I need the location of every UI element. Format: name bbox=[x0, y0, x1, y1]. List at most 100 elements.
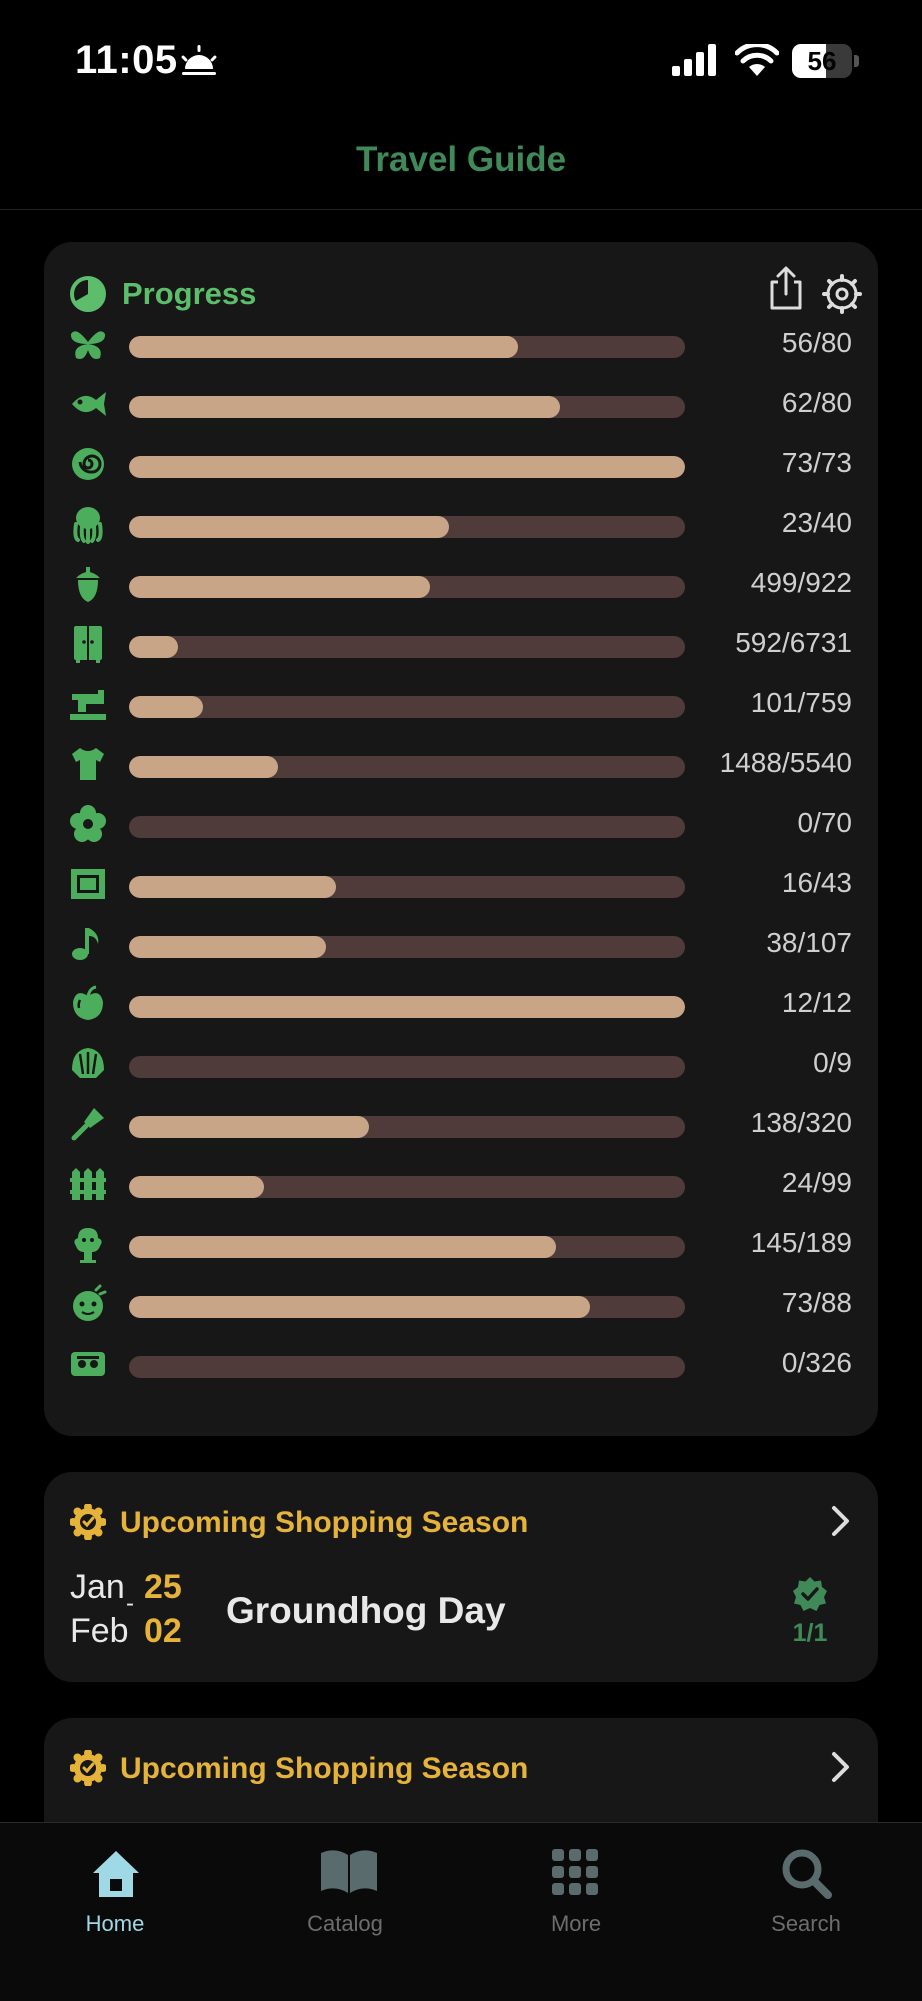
progress-bar-fill bbox=[129, 396, 560, 418]
event-name: Groundhog Day bbox=[226, 1590, 506, 1631]
season-dates: Jan 25 - Feb 02 bbox=[70, 1568, 230, 1664]
progress-row: 592/6731 bbox=[44, 622, 878, 666]
progress-row: 38/107 bbox=[44, 922, 878, 966]
season-title: Upcoming Shopping Season bbox=[120, 1506, 529, 1539]
tab-search[interactable]: Search bbox=[716, 1837, 896, 1937]
seal-badge-icon bbox=[70, 1750, 106, 1786]
villager-icon bbox=[68, 1284, 108, 1324]
progress-row: 62/80 bbox=[44, 382, 878, 426]
progress-card: Progress 56/80 62/80 73/73 23/40 499/922 592/… bbox=[44, 242, 878, 1436]
event-count: 1/1 bbox=[792, 1619, 828, 1647]
progress-bar-fill bbox=[129, 1236, 556, 1258]
progress-bar bbox=[129, 456, 685, 478]
start-month: Jan bbox=[70, 1568, 125, 1606]
progress-row: 24/99 bbox=[44, 1162, 878, 1206]
magnifier-icon bbox=[782, 1849, 832, 1899]
progress-count: 0/326 bbox=[781, 1347, 852, 1378]
progress-bar bbox=[129, 756, 685, 778]
tab-catalog[interactable]: Catalog bbox=[255, 1837, 435, 1937]
status-time: 11:05 bbox=[75, 38, 178, 82]
progress-row: 0/9 bbox=[44, 1042, 878, 1086]
open-book-icon bbox=[321, 1850, 377, 1893]
progress-bar-fill bbox=[129, 336, 519, 358]
picture-frame-icon bbox=[68, 864, 108, 904]
chevron-right-icon[interactable] bbox=[830, 1504, 852, 1538]
tab-label-home: Home bbox=[85, 1911, 145, 1936]
sunrise-icon bbox=[181, 45, 217, 75]
event-status: 1/1 bbox=[780, 1576, 840, 1648]
progress-count: 499/922 bbox=[750, 567, 852, 598]
progress-title: Progress bbox=[122, 276, 257, 311]
share-icon[interactable] bbox=[768, 266, 804, 310]
progress-bar-fill bbox=[129, 756, 279, 778]
end-day: 02 bbox=[144, 1612, 182, 1650]
progress-bar-fill bbox=[129, 636, 178, 658]
shovel-icon bbox=[68, 1104, 108, 1144]
progress-bar bbox=[129, 936, 685, 958]
season-title: Upcoming Shopping Season bbox=[120, 1752, 529, 1785]
tab-home[interactable]: Home bbox=[25, 1837, 205, 1937]
progress-count: 0/70 bbox=[797, 807, 853, 838]
progress-count: 1488/5540 bbox=[719, 747, 852, 778]
octopus-icon bbox=[68, 504, 108, 544]
progress-bar-fill bbox=[129, 516, 449, 538]
progress-row: 138/320 bbox=[44, 1102, 878, 1146]
progress-row: 12/12 bbox=[44, 982, 878, 1026]
gyroid-icon bbox=[68, 1224, 108, 1264]
battery-indicator: 56 bbox=[792, 44, 860, 78]
season-header: Upcoming Shopping Season bbox=[70, 1500, 852, 1548]
progress-row: 1488/5540 bbox=[44, 742, 878, 786]
spiral-shell-icon bbox=[68, 444, 108, 484]
apple-icon bbox=[68, 984, 108, 1024]
progress-bar bbox=[129, 696, 685, 718]
chevron-right-icon[interactable] bbox=[830, 1750, 852, 1784]
progress-count: 56/80 bbox=[781, 327, 852, 358]
progress-count: 592/6731 bbox=[735, 627, 852, 658]
progress-bar-fill bbox=[129, 696, 203, 718]
tab-more[interactable]: More bbox=[486, 1837, 666, 1937]
progress-count: 145/189 bbox=[750, 1227, 852, 1258]
scallop-icon bbox=[68, 1044, 108, 1084]
progress-count: 12/12 bbox=[781, 987, 852, 1018]
progress-bar bbox=[129, 1296, 685, 1318]
progress-count: 38/107 bbox=[766, 927, 852, 958]
ticket-icon bbox=[68, 1344, 108, 1384]
music-note-icon bbox=[68, 924, 108, 964]
progress-row: 16/43 bbox=[44, 862, 878, 906]
wardrobe-icon bbox=[68, 624, 108, 664]
shirt-icon bbox=[68, 744, 108, 784]
progress-bar bbox=[129, 876, 685, 898]
progress-bar-fill bbox=[129, 996, 685, 1018]
progress-bar bbox=[129, 1356, 685, 1378]
tab-bar: Home Catalog More Search bbox=[0, 1822, 922, 2001]
season-header-2: Upcoming Shopping Season bbox=[70, 1746, 852, 1794]
gear-icon[interactable] bbox=[822, 274, 862, 314]
progress-count: 101/759 bbox=[750, 687, 852, 718]
progress-bar-fill bbox=[129, 1296, 591, 1318]
progress-row: 73/73 bbox=[44, 442, 878, 486]
progress-row: 145/189 bbox=[44, 1222, 878, 1266]
progress-bar bbox=[129, 1056, 685, 1078]
progress-bar-fill bbox=[129, 1176, 264, 1198]
progress-count: 62/80 bbox=[781, 387, 852, 418]
shopping-season-card[interactable]: Upcoming Shopping Season Jan 25 - Feb 02… bbox=[44, 1472, 878, 1682]
progress-row: 23/40 bbox=[44, 502, 878, 546]
tab-label-more: More bbox=[550, 1911, 602, 1936]
progress-bar bbox=[129, 516, 685, 538]
start-day: 25 bbox=[144, 1568, 182, 1606]
butterfly-icon bbox=[68, 324, 108, 364]
progress-bar-fill bbox=[129, 876, 336, 898]
progress-bar-fill bbox=[129, 1116, 369, 1138]
battery-level: 56 bbox=[807, 46, 837, 76]
progress-bar bbox=[129, 396, 685, 418]
fish-icon bbox=[68, 384, 108, 424]
progress-row: 0/326 bbox=[44, 1342, 878, 1386]
progress-count: 16/43 bbox=[781, 867, 852, 898]
progress-row: 73/88 bbox=[44, 1282, 878, 1326]
progress-count: 0/9 bbox=[813, 1047, 852, 1078]
tab-label-catalog: Catalog bbox=[307, 1911, 383, 1936]
house-icon bbox=[93, 1851, 139, 1897]
end-month: Feb bbox=[70, 1612, 129, 1650]
flower-icon bbox=[68, 804, 108, 844]
progress-count: 73/88 bbox=[781, 1287, 852, 1318]
